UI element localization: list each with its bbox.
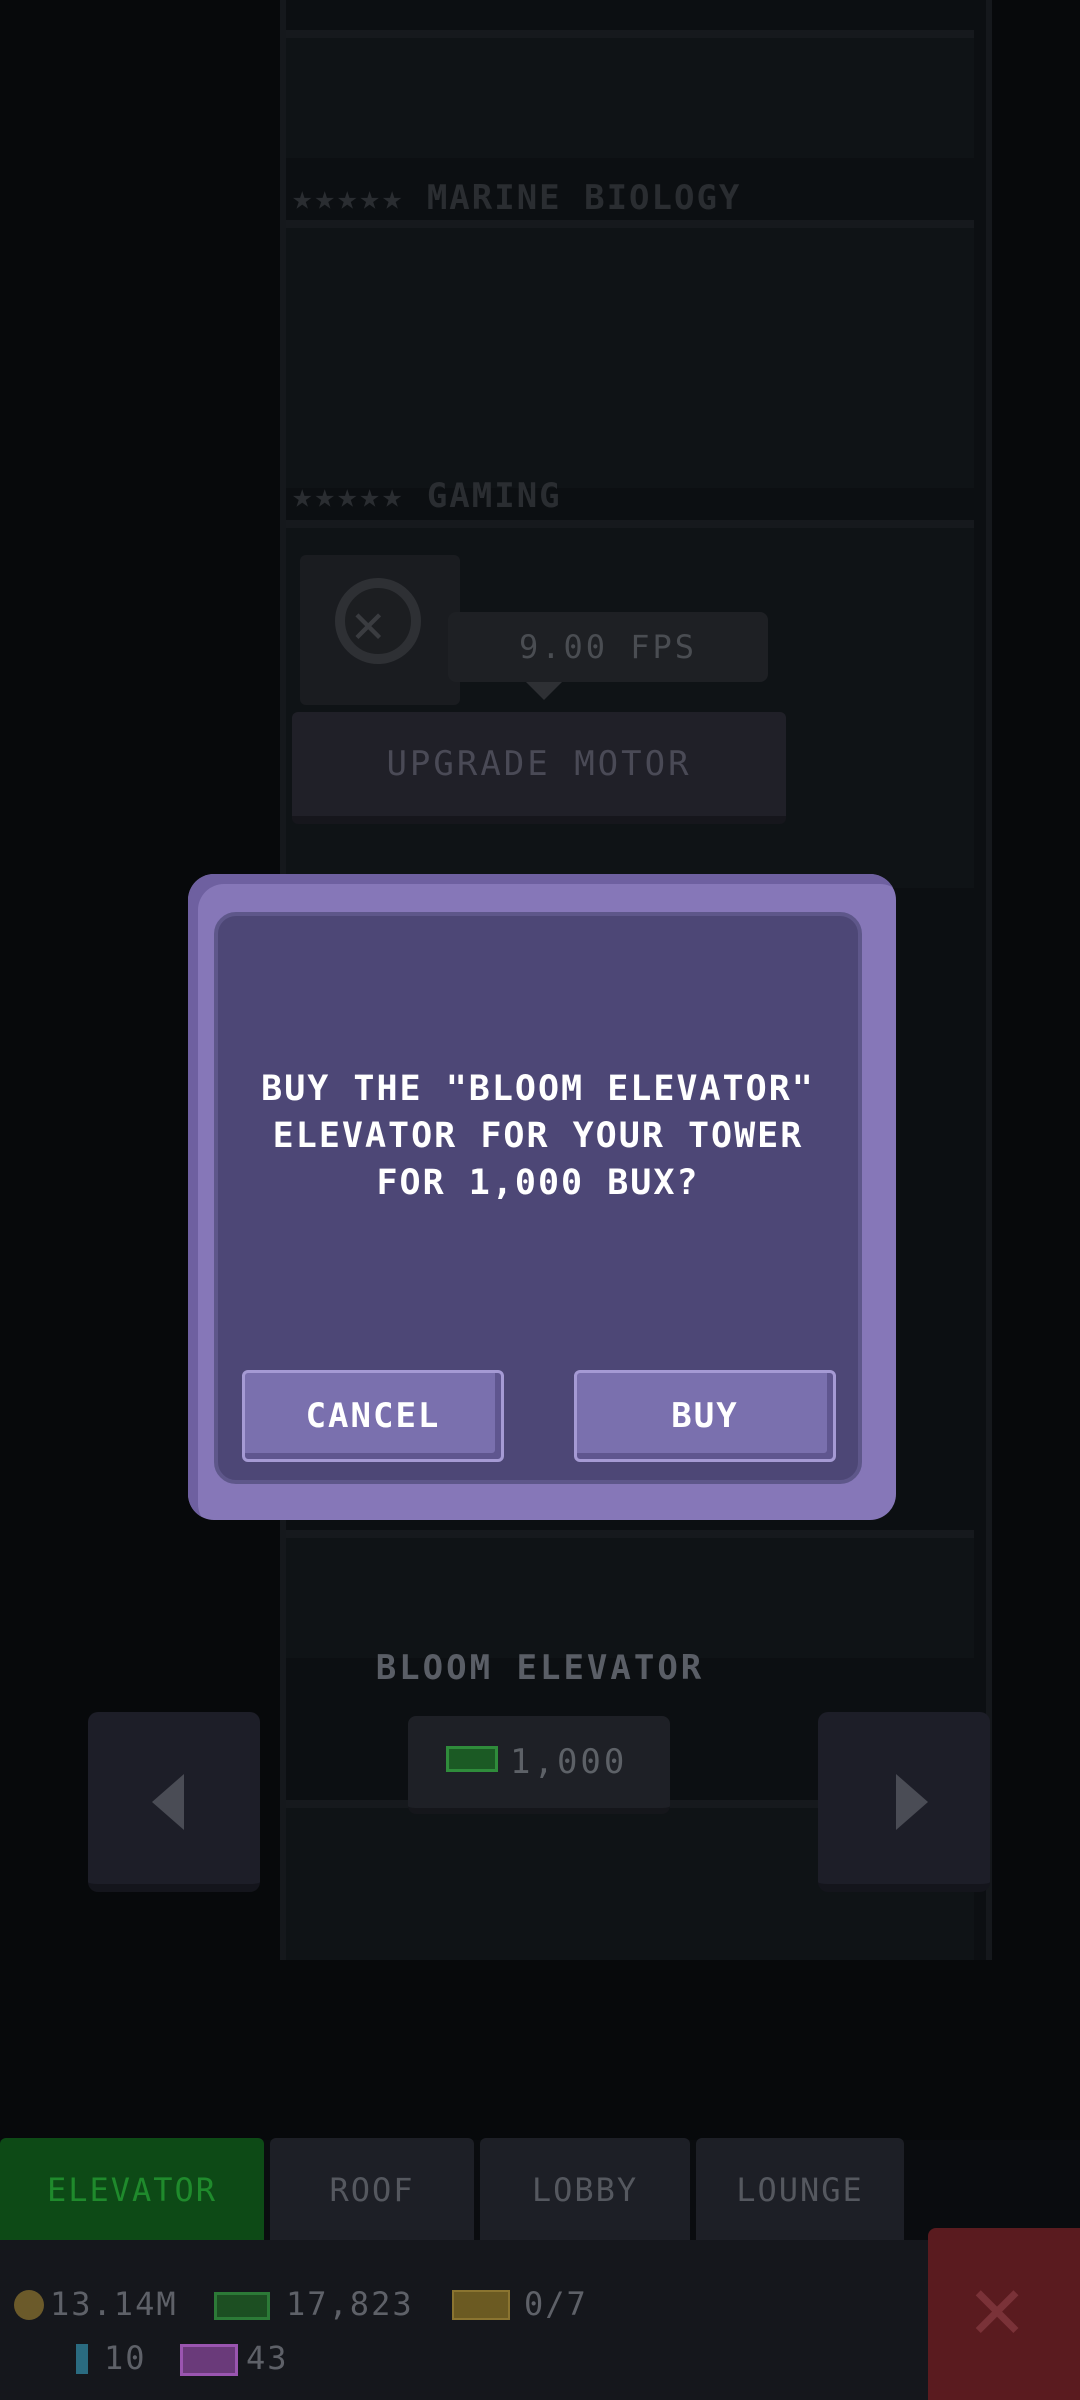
floor-label-gaming: ★★★★★ GAMING	[292, 476, 562, 516]
elevator-name: BLOOM ELEVATOR	[375, 1648, 705, 1688]
price-value: 1,000	[510, 1742, 628, 1782]
tab-lobby[interactable]: LOBBY	[480, 2138, 690, 2242]
dialog-message-line: BUY THE "BLOOM ELEVATOR"	[261, 1069, 815, 1109]
tv-icon	[180, 2344, 238, 2376]
fps-readout: 9.00 FPS	[448, 612, 768, 682]
gems-value: 10	[104, 2339, 147, 2377]
bottom-tabs: ELEVATOR ROOF LOBBY LOUNGE	[0, 2138, 1080, 2242]
fps-pointer-icon	[526, 682, 562, 700]
close-button[interactable]: ✕	[928, 2228, 1080, 2400]
chevron-right-icon	[896, 1774, 928, 1830]
prev-elevator-button[interactable]	[88, 1712, 260, 1892]
dialog-message-line: ELEVATOR FOR YOUR TOWER	[272, 1116, 804, 1156]
gem-icon	[76, 2344, 88, 2374]
floor-band-lower	[286, 1530, 974, 1658]
bux-value: 17,823	[286, 2285, 414, 2323]
close-icon: ✕	[970, 2255, 1025, 2360]
cancel-button[interactable]: CANCEL	[242, 1370, 504, 1462]
upgrade-motor-button[interactable]: UPGRADE MOTOR	[292, 712, 786, 824]
bux-icon	[214, 2292, 270, 2320]
floor-band-marine	[286, 220, 974, 488]
tab-roof[interactable]: ROOF	[270, 2138, 474, 2242]
floor-band	[286, 30, 974, 158]
next-elevator-button[interactable]	[818, 1712, 990, 1892]
tab-lounge[interactable]: LOUNGE	[696, 2138, 904, 2242]
dialog-message: BUY THE "BLOOM ELEVATOR" ELEVATOR FOR YO…	[234, 1066, 842, 1207]
tickets-value: 0/7	[524, 2285, 588, 2323]
chevron-left-icon	[152, 1774, 184, 1830]
bux-icon	[446, 1746, 498, 1772]
buy-button[interactable]: BUY	[574, 1370, 836, 1462]
tab-elevator[interactable]: ELEVATOR	[0, 2138, 264, 2242]
tv-value: 43	[246, 2339, 289, 2377]
ticket-icon	[452, 2290, 510, 2320]
price-tag: 1,000	[408, 1716, 670, 1814]
coins-value: 13.14M	[50, 2285, 178, 2323]
coin-icon	[14, 2290, 44, 2320]
motor-x-icon: ✕	[352, 592, 385, 655]
dialog-message-line: FOR 1,000 BUX?	[376, 1163, 700, 1203]
status-bar: 13.14M 17,823 0/7 10 43	[0, 2240, 930, 2400]
floor-label-marine: ★★★★★ MARINE BIOLOGY	[292, 178, 742, 218]
